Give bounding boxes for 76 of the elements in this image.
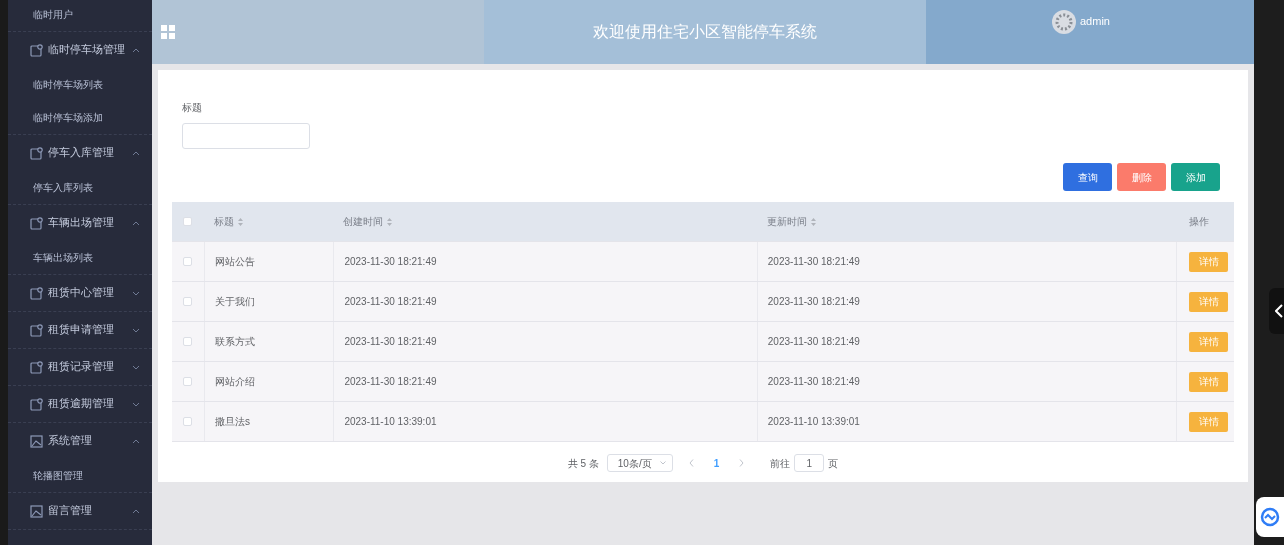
page-suffix: 页 (828, 456, 839, 471)
page-size-select[interactable]: 10条/页 (606, 454, 673, 472)
floating-widget[interactable] (1256, 497, 1284, 537)
checkbox[interactable] (183, 217, 193, 226)
table-cell-text: 2023-11-30 18:21:49 (344, 375, 437, 389)
chevron-down-icon (659, 461, 666, 465)
sidebar-group[interactable]: 租赁记录管理 (8, 349, 152, 385)
group-label: 停车入库管理 (48, 145, 115, 161)
table-cell-text: 2023-11-30 18:21:49 (767, 255, 860, 269)
sidebar-item[interactable]: 轮播图管理 (8, 459, 152, 492)
table-cell-text: 关于我们 (214, 295, 255, 309)
table-cell-text: 2023-11-30 18:21:49 (767, 335, 860, 349)
sidebar-group[interactable]: 租赁申请管理 (8, 312, 152, 348)
table-cell-text: 网站公告 (214, 255, 255, 269)
sidebar-group[interactable]: 留言管理 (8, 493, 152, 529)
group-label: 临时停车场管理 (48, 42, 126, 58)
image-icon (30, 504, 43, 518)
table-cell-text: 2023-11-30 18:21:49 (344, 295, 437, 309)
group-label: 租赁逾期管理 (48, 396, 115, 412)
sidebar-group[interactable]: 停车入库管理 (8, 135, 152, 171)
document-icon (30, 146, 43, 160)
document-icon (30, 216, 43, 230)
table-cell-text: 联系方式 (214, 335, 255, 349)
sidebar-group[interactable]: 租赁中心管理 (8, 275, 152, 311)
group-label: 车辆出场管理 (48, 215, 115, 231)
menu-grid-icon[interactable] (161, 25, 175, 39)
document-icon (30, 323, 43, 337)
sidebar-item[interactable]: 临时停车场添加 (8, 101, 152, 134)
group-label: 租赁申请管理 (48, 322, 115, 338)
sort-icon[interactable] (810, 217, 816, 226)
sidebar-item[interactable]: 停车入库列表 (8, 171, 152, 204)
table-cell-text: 2023-11-30 18:21:49 (344, 255, 437, 269)
table-cell-text: 2023-11-30 18:21:49 (344, 335, 437, 349)
table-cell-text: 撒旦法s (214, 415, 250, 429)
group-label: 租赁记录管理 (48, 359, 115, 375)
checkbox[interactable] (183, 337, 193, 346)
chat-bot-icon (1260, 507, 1280, 527)
table-cell-text: 2023-11-10 13:39:01 (767, 415, 860, 429)
avatar-icon[interactable] (1052, 10, 1076, 34)
table-cell-text: 网站介绍 (214, 375, 255, 389)
title-input-field[interactable] (182, 123, 310, 149)
sidebar-group[interactable]: 系统管理 (8, 423, 152, 459)
checkbox[interactable] (183, 257, 193, 266)
checkbox[interactable] (183, 417, 193, 426)
previous-page-icon[interactable] (688, 459, 694, 467)
group-label: 系统管理 (48, 433, 93, 449)
table-cell-text: 2023-11-30 18:21:49 (767, 375, 860, 389)
system-title: 欢迎使用住宅小区智能停车系统 (593, 22, 817, 42)
field-label: 标题 (182, 101, 203, 115)
image-icon (30, 434, 43, 448)
document-icon (30, 286, 43, 300)
sidebar-group[interactable]: 车辆出场管理 (8, 205, 152, 241)
sidebar-item[interactable]: 临时停车场列表 (8, 68, 152, 101)
checkbox[interactable] (183, 377, 193, 386)
sidebar-item[interactable]: 车辆出场列表 (8, 241, 152, 274)
sort-icon[interactable] (237, 217, 243, 226)
sort-icon[interactable] (387, 217, 393, 226)
query-button[interactable]: 查询 (1063, 163, 1112, 191)
column-header: 操作 (1189, 215, 1210, 229)
total-count: 共 5 条 (567, 456, 599, 471)
document-icon (30, 43, 43, 57)
sidebar-item[interactable]: 临时用户 (8, 0, 152, 31)
table-cell-text: 2023-11-10 13:39:01 (344, 415, 437, 429)
collapse-tab[interactable] (1269, 288, 1284, 334)
chevron-left-icon (1275, 304, 1283, 318)
document-icon (30, 397, 43, 411)
checkbox[interactable] (183, 297, 193, 306)
sidebar-group[interactable]: 租赁逾期管理 (8, 386, 152, 422)
group-label: 租赁中心管理 (48, 285, 115, 301)
goto-label: 前往 (770, 456, 791, 471)
sidebar-group[interactable]: 临时停车场管理 (8, 32, 152, 68)
table-cell-text: 2023-11-30 18:21:49 (767, 295, 860, 309)
document-icon (30, 360, 43, 374)
next-page-icon[interactable] (739, 459, 745, 467)
page-input-field[interactable]: 1 (794, 454, 825, 472)
group-label: 留言管理 (48, 503, 93, 519)
